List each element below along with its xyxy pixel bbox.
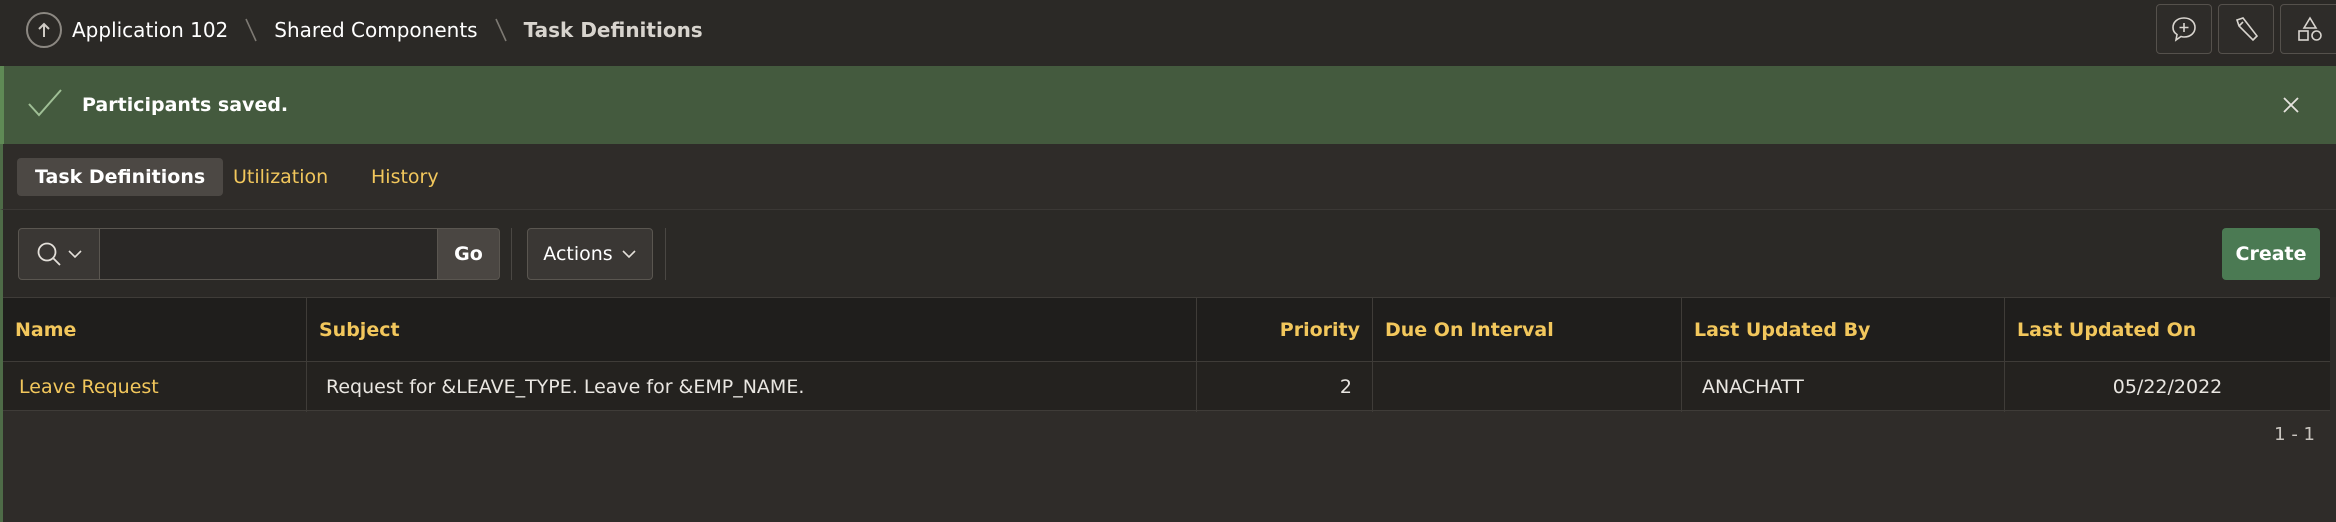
search-icon (37, 242, 61, 266)
column-header-name[interactable]: Name (3, 298, 307, 362)
toolbar-divider (511, 228, 512, 280)
pagination-info: 1 - 1 (2274, 424, 2315, 445)
breadcrumb-shared-components[interactable]: Shared Components (274, 18, 477, 42)
create-button[interactable]: Create (2222, 228, 2320, 280)
report-toolbar: Go Actions Create (0, 209, 2336, 297)
due-on-interval-cell (1373, 362, 1682, 412)
last-updated-on-cell: 05/22/2022 (2112, 376, 2223, 398)
feedback-plus-icon (2172, 17, 2196, 42)
search-input[interactable] (100, 228, 438, 280)
column-header-due-on-interval[interactable]: Due On Interval (1373, 298, 1682, 362)
success-message: Participants saved. (82, 94, 289, 116)
breadcrumb-separator-icon (494, 18, 507, 42)
column-header-priority[interactable]: Priority (1197, 298, 1373, 362)
shapes-icon (2298, 16, 2322, 41)
actions-menu-button[interactable]: Actions (527, 228, 653, 280)
chevron-down-icon (68, 250, 82, 259)
subject-cell: Request for &LEAVE_TYPE. Leave for &EMP_… (307, 362, 1197, 412)
breadcrumb: Application 102 Shared Components Task D… (72, 0, 703, 60)
column-header-subject[interactable]: Subject (307, 298, 1197, 362)
last-updated-by-cell: ANACHATT (1682, 362, 2005, 412)
breadcrumb-separator-icon (245, 18, 258, 42)
tab-task-definitions[interactable]: Task Definitions (17, 158, 224, 196)
tab-bar: Task Definitions Utilization History (0, 144, 2336, 209)
wand-icon (2235, 17, 2259, 42)
table-header: Name Subject Priority Due On Interval La… (3, 297, 2330, 362)
close-icon (2283, 97, 2299, 113)
navigate-up-button[interactable] (26, 12, 62, 48)
toolbar-divider (665, 228, 666, 280)
tab-utilization[interactable]: Utilization (215, 158, 346, 196)
actions-label: Actions (543, 243, 613, 265)
task-definitions-report: Name Subject Priority Due On Interval La… (0, 297, 2330, 522)
search-group: Go (18, 228, 500, 280)
dismiss-banner-button[interactable] (2276, 90, 2306, 120)
shared-components-button[interactable] (2280, 4, 2336, 54)
table-row: Leave Request Request for &LEAVE_TYPE. L… (3, 361, 2330, 412)
success-banner: Participants saved. (0, 66, 2336, 144)
developer-tools-button[interactable] (2218, 4, 2274, 54)
priority-cell: 2 (1197, 362, 1373, 412)
column-header-last-updated-on[interactable]: Last Updated On (2005, 298, 2330, 362)
breadcrumb-task-definitions: Task Definitions (523, 18, 703, 42)
search-column-menu[interactable] (18, 228, 100, 280)
tab-history[interactable]: History (353, 158, 457, 196)
task-name-link[interactable]: Leave Request (3, 362, 307, 412)
breadcrumb-application[interactable]: Application 102 (72, 18, 228, 42)
go-button[interactable]: Go (438, 228, 500, 280)
top-bar: Application 102 Shared Components Task D… (0, 0, 2336, 66)
column-header-last-updated-by[interactable]: Last Updated By (1682, 298, 2005, 362)
chevron-down-icon (622, 250, 636, 259)
arrow-up-icon (38, 22, 50, 37)
checkmark-icon (28, 89, 62, 117)
feedback-button[interactable] (2156, 4, 2212, 54)
